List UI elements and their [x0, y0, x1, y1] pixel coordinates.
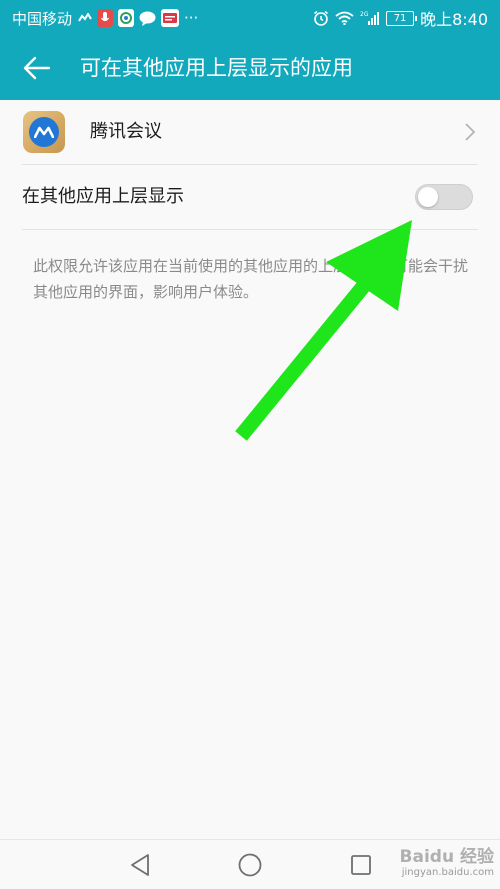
cell-signal-icon: 2G	[360, 10, 380, 26]
watermark-url: jingyan.baidu.com	[401, 867, 494, 878]
status-clock: 晚上8:40	[420, 10, 488, 29]
more-notifications-indicator: ···	[184, 9, 199, 27]
back-button[interactable]	[20, 52, 54, 84]
app-name: 腾讯会议	[90, 121, 162, 142]
chat-bubble-icon	[139, 11, 156, 26]
network-type-label: 2G	[360, 11, 369, 18]
app-icon-emblem	[29, 117, 59, 147]
wifi-icon	[335, 11, 354, 25]
watermark-brand: Baidu 经验	[399, 847, 494, 867]
overlay-permission-label: 在其他应用上层显示	[22, 186, 184, 207]
overlay-permission-row: 在其他应用上层显示	[0, 165, 500, 229]
switch-knob	[418, 187, 438, 207]
circle-home-icon	[238, 853, 262, 877]
nav-recents-button[interactable]	[348, 852, 374, 878]
status-bar-right: 2G 71 晚上8:40	[313, 0, 488, 36]
microphone-icon	[97, 9, 114, 27]
alarm-icon	[313, 10, 329, 26]
baidu-jingyan-watermark: Baidu 经验 jingyan.baidu.com	[400, 847, 494, 879]
tencent-meeting-app-icon	[23, 111, 65, 153]
navigation-bar: Baidu 经验 jingyan.baidu.com	[0, 839, 500, 889]
app-bar: 可在其他应用上层显示的应用	[0, 36, 500, 100]
browser-app-icon	[118, 9, 135, 27]
status-bar-left: 中国移动 ···	[12, 0, 203, 36]
signal-wave-icon	[78, 13, 92, 23]
nav-home-button[interactable]	[237, 852, 263, 878]
nav-back-button[interactable]	[127, 852, 153, 878]
square-recents-icon	[351, 855, 371, 875]
status-bar: 中国移动 ··· 2G 71 晚上8:40	[0, 0, 500, 36]
app-list-item[interactable]: 腾讯会议	[0, 100, 500, 164]
permission-description: 此权限允许该应用在当前使用的其他应用的上层显示，可能会干扰其他应用的界面，影响用…	[33, 257, 469, 301]
overlay-permission-switch[interactable]	[415, 184, 473, 210]
battery-level: 71	[393, 12, 407, 24]
chevron-right-icon	[465, 123, 476, 141]
news-app-icon	[161, 9, 180, 27]
arrow-left-icon	[23, 56, 51, 80]
page-title: 可在其他应用上层显示的应用	[80, 56, 353, 80]
list-divider	[22, 229, 478, 230]
carrier-name: 中国移动	[12, 9, 73, 28]
triangle-back-icon	[131, 854, 149, 876]
battery-icon: 71	[386, 10, 418, 26]
